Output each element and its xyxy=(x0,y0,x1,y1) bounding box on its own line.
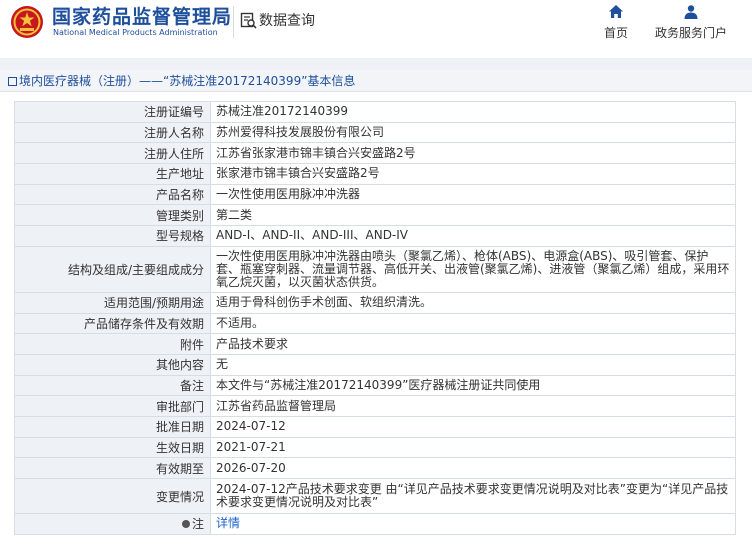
nav-home-label: 首页 xyxy=(603,26,628,40)
table-row: 审批部门 江苏省药品监督管理局 xyxy=(14,395,736,417)
nav-service-portal[interactable]: 政务服务门户 xyxy=(650,4,732,41)
row-label: 产品储存条件及有效期 xyxy=(14,312,211,335)
row-label: 生效日期 xyxy=(14,436,211,459)
home-icon xyxy=(609,5,623,18)
row-value: 2021-07-21 xyxy=(210,436,736,459)
note-label-cell: 注 xyxy=(14,513,211,535)
row-label: 注册人名称 xyxy=(14,121,211,144)
table-row: 产品储存条件及有效期 不适用。 xyxy=(14,312,736,335)
row-value: 2026-07-20 xyxy=(210,457,736,479)
row-value: 苏州爱得科技发展股份有限公司 xyxy=(210,121,736,144)
row-label: 结构及组成/主要组成成分 xyxy=(14,245,211,293)
table-row: 注 详情 xyxy=(14,513,736,535)
row-value: 适用于骨科创伤手术创面、软组织清洗。 xyxy=(210,291,736,314)
row-label: 附件 xyxy=(14,333,211,355)
row-label: 管理类别 xyxy=(14,204,211,227)
row-label: 其他内容 xyxy=(14,353,211,376)
table-row: 其他内容 无 xyxy=(14,353,736,376)
breadcrumb: 境内医疗器械（注册）——“苏械注准20172140399”基本信息 xyxy=(0,70,752,92)
nav-home[interactable]: 首页 xyxy=(596,4,636,41)
nav-service-label: 政务服务门户 xyxy=(654,26,727,40)
search-doc-icon xyxy=(240,12,257,29)
details-link[interactable]: 详情 xyxy=(216,516,240,530)
row-value: 无 xyxy=(210,353,736,376)
table-row: 注册人住所 江苏省张家港市锦丰镇合兴安盛路2号 xyxy=(14,142,736,165)
table-row: 批准日期 2024-07-12 xyxy=(14,415,736,438)
site-title[interactable]: 国家药品监督管理局 xyxy=(52,2,232,29)
device-info-table: 注册证编号 苏械注准20172140399 注册人名称 苏州爱得科技发展股份有限… xyxy=(14,101,736,535)
row-label: 适用范围/预期用途 xyxy=(14,291,211,314)
pin-icon xyxy=(181,520,190,529)
row-label: 备注 xyxy=(14,374,211,397)
table-row: 变更情况 2024-07-12产品技术要求变更 由“详见产品技术要求变更情况说明… xyxy=(14,478,736,514)
row-value: 产品技术要求 xyxy=(210,333,736,355)
row-value: 苏械注准20172140399 xyxy=(210,101,736,123)
row-value: 本文件与“苏械注准20172140399”医疗器械注册证共同使用 xyxy=(210,374,736,397)
row-label: 注 xyxy=(191,517,204,532)
table-row: 产品名称 一次性使用医用脉冲冲洗器 xyxy=(14,183,736,206)
national-emblem-logo[interactable] xyxy=(10,5,44,39)
row-label: 批准日期 xyxy=(14,415,211,438)
table-row: 注册证编号 苏械注准20172140399 xyxy=(14,101,736,123)
row-label: 产品名称 xyxy=(14,183,211,206)
table-row: 备注 本文件与“苏械注准20172140399”医疗器械注册证共同使用 xyxy=(14,374,736,397)
table-row: 附件 产品技术要求 xyxy=(14,333,736,355)
row-value: 一次性使用医用脉冲冲洗器由喷头（聚氯乙烯）、枪体(ABS)、电源盒(ABS)、吸… xyxy=(210,245,736,293)
document-icon xyxy=(8,77,17,86)
row-label: 型号规格 xyxy=(14,225,211,247)
row-value: 第二类 xyxy=(210,204,736,227)
row-label: 变更情况 xyxy=(14,478,211,514)
row-label: 有效期至 xyxy=(14,457,211,479)
table-row: 型号规格 AND-I、AND-II、AND-III、AND-IV xyxy=(14,225,736,247)
header-sub-bar xyxy=(0,58,752,70)
table-row: 生效日期 2021-07-21 xyxy=(14,436,736,459)
row-value: 一次性使用医用脉冲冲洗器 xyxy=(210,183,736,206)
table-row: 结构及组成/主要组成成分 一次性使用医用脉冲冲洗器由喷头（聚氯乙烯）、枪体(AB… xyxy=(14,245,736,293)
data-query-title: 数据查询 xyxy=(259,13,315,29)
row-value: 不适用。 xyxy=(210,312,736,335)
table-row: 适用范围/预期用途 适用于骨科创伤手术创面、软组织清洗。 xyxy=(14,291,736,314)
row-label: 生产地址 xyxy=(14,163,211,185)
row-value: AND-I、AND-II、AND-III、AND-IV xyxy=(210,225,736,247)
row-value: 2024-07-12 xyxy=(210,415,736,438)
table-row: 注册人名称 苏州爱得科技发展股份有限公司 xyxy=(14,121,736,144)
table-row: 管理类别 第二类 xyxy=(14,204,736,227)
row-label: 注册人住所 xyxy=(14,142,211,165)
site-subtitle: National Medical Products Administration xyxy=(53,28,218,37)
row-value: 江苏省张家港市锦丰镇合兴安盛路2号 xyxy=(210,142,736,165)
breadcrumb-text: 境内医疗器械（注册）——“苏械注准20172140399”基本信息 xyxy=(19,74,356,88)
row-label: 审批部门 xyxy=(14,395,211,417)
table-row: 生产地址 张家港市锦丰镇合兴安盛路2号 xyxy=(14,163,736,185)
row-label: 注册证编号 xyxy=(14,101,211,123)
header-divider xyxy=(233,6,234,38)
row-value: 2024-07-12产品技术要求变更 由“详见产品技术要求变更情况说明及对比表”… xyxy=(210,478,736,514)
row-value: 江苏省药品监督管理局 xyxy=(210,395,736,417)
site-header: 国家药品监督管理局 National Medical Products Admi… xyxy=(0,0,752,58)
table-row: 有效期至 2026-07-20 xyxy=(14,457,736,479)
row-value: 张家港市锦丰镇合兴安盛路2号 xyxy=(210,163,736,185)
note-value-cell: 详情 xyxy=(210,513,736,535)
user-icon xyxy=(684,5,698,19)
